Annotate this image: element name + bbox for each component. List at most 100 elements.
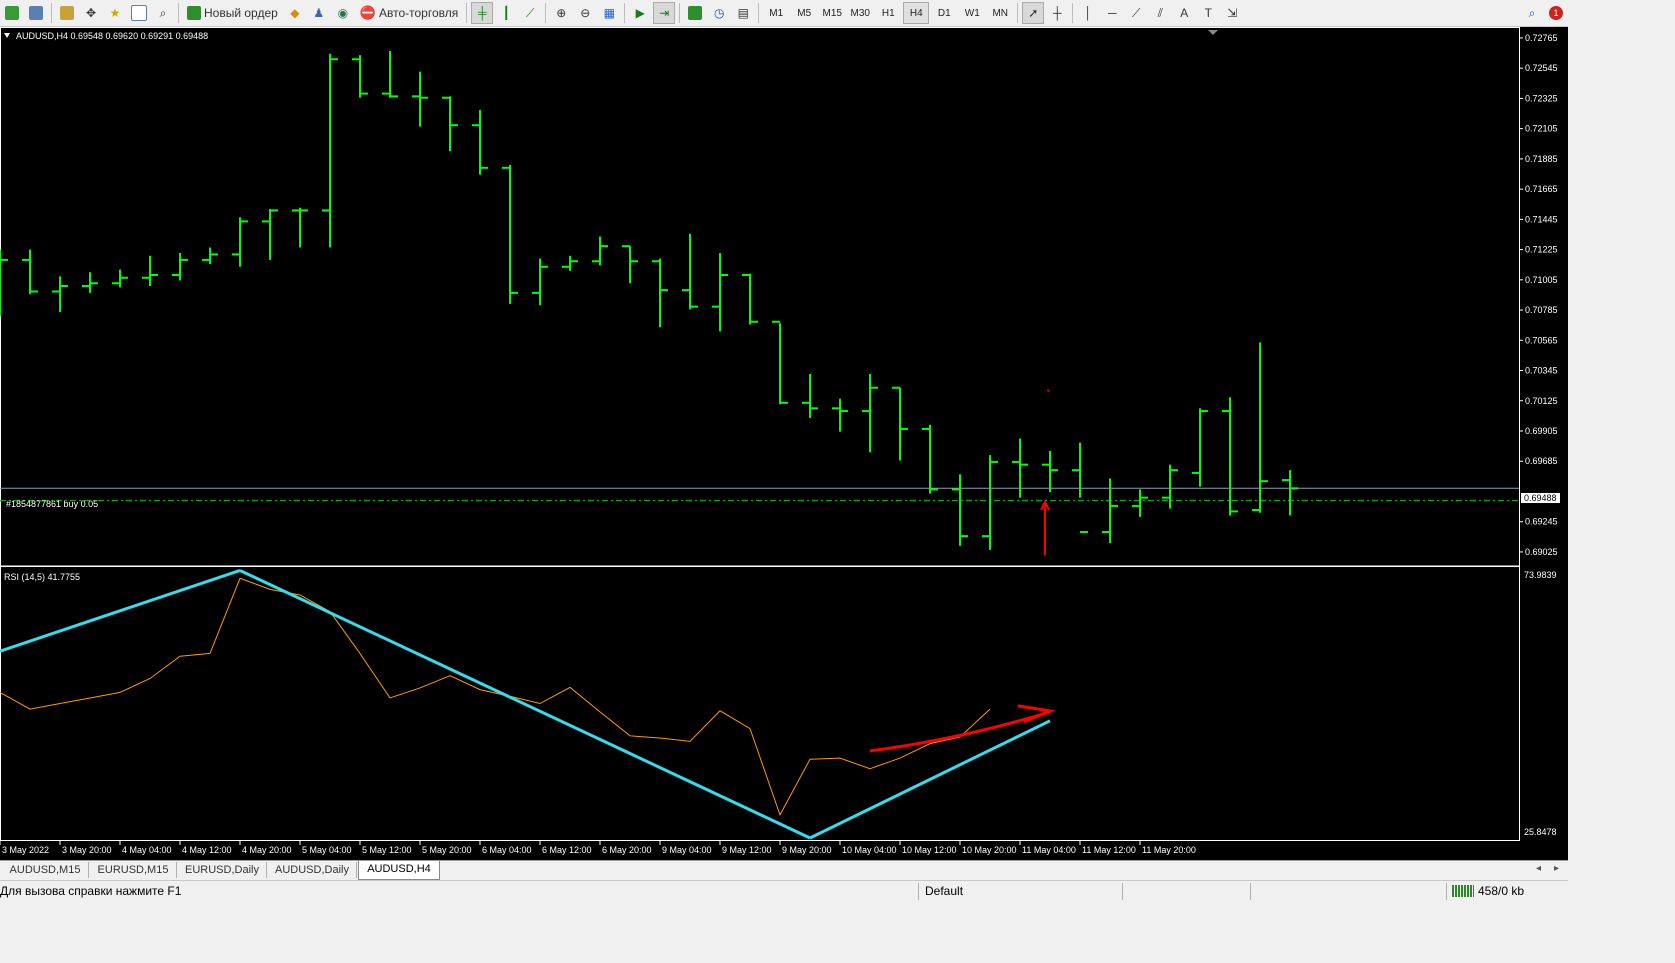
time-axis-label: 5 May 12:00: [362, 845, 412, 855]
text-label-icon: T: [1204, 6, 1212, 20]
zoom-in-button[interactable]: ⊕: [550, 2, 572, 24]
rsi-trendline: [239, 569, 811, 840]
timeframe-h4[interactable]: H4: [903, 2, 930, 24]
new-chart-button[interactable]: [1, 2, 23, 24]
equidistant-channel-button[interactable]: ⫽: [1149, 2, 1171, 24]
toolbar-separator: [1017, 3, 1019, 23]
periods-button[interactable]: ◷: [708, 2, 730, 24]
tabs-scroll-right-icon[interactable]: ▸: [1554, 863, 1559, 874]
symbol-header: AUDUSD,H4 0.69548 0.69620 0.69291 0.6948…: [16, 31, 209, 41]
terminal-icon: [131, 5, 147, 21]
indicators-button[interactable]: [684, 2, 706, 24]
zoom-in-icon: ⊕: [556, 6, 567, 20]
navigator-button[interactable]: ★: [104, 2, 126, 24]
magnifier-icon: ⌕: [159, 5, 167, 20]
bar-chart-button[interactable]: ╪: [471, 2, 494, 24]
trendline-button[interactable]: ⟋: [1125, 2, 1147, 24]
price-axis-label: 0.69245: [1525, 517, 1558, 527]
profiles-button[interactable]: [25, 2, 47, 24]
new-order-button[interactable]: Новый ордер: [183, 2, 282, 24]
price-axis-label: 0.70785: [1525, 305, 1558, 315]
new-order-icon: [187, 6, 201, 20]
toolbar-separator: [51, 3, 52, 23]
horizontal-line-icon: ─: [1107, 6, 1117, 20]
zoom-out-icon: ⊖: [580, 6, 591, 20]
time-axis-label: 4 May 04:00: [122, 845, 172, 855]
data-window-button[interactable]: ✥: [80, 2, 102, 24]
autoscroll-button[interactable]: ▶: [629, 2, 651, 24]
arrows-button[interactable]: ⇲: [1221, 2, 1243, 24]
time-axis-label: 11 May 04:00: [1022, 845, 1076, 855]
tab-eurusd-daily[interactable]: EURUSD,Daily: [178, 862, 267, 878]
terminal-button[interactable]: [128, 2, 150, 24]
candlestick-button[interactable]: ┃: [495, 2, 517, 24]
tab-audusd-m15[interactable]: AUDUSD,M15: [2, 862, 89, 878]
annotation-dot: [1047, 389, 1049, 392]
timeframe-m1[interactable]: M1: [763, 2, 789, 24]
time-axis-label: 9 May 20:00: [782, 845, 832, 855]
timeframe-d1[interactable]: D1: [931, 2, 957, 24]
timeframe-mn[interactable]: MN: [987, 2, 1013, 24]
arrows-icon: ⇲: [1227, 6, 1238, 20]
autotrading-label: Авто-торговля: [379, 6, 459, 20]
metaeditor-button[interactable]: ◆: [284, 2, 306, 24]
market-watch-icon: [60, 6, 74, 20]
time-axis-label: 4 May 12:00: [182, 845, 232, 855]
search-icon: ⌕: [1528, 5, 1536, 20]
crosshair-target-icon: ✥: [85, 6, 97, 20]
autotrading-stop-icon: ⛔: [359, 5, 376, 20]
text-label-button[interactable]: T: [1197, 2, 1219, 24]
price-axis-label: 0.71005: [1525, 275, 1558, 285]
tile-windows-button[interactable]: ▦: [598, 2, 620, 24]
order-line-label: #1854877861 buy 0.05: [6, 499, 99, 509]
timeframe-m5[interactable]: M5: [791, 2, 817, 24]
cursor-tool-button[interactable]: ➚: [1022, 2, 1045, 24]
autotrading-button[interactable]: ⛔ Авто-торговля: [356, 2, 462, 24]
timeframe-h1[interactable]: H1: [875, 2, 901, 24]
chart-shift-button[interactable]: ⇥: [653, 2, 676, 24]
timeframe-m30[interactable]: M30: [847, 2, 873, 24]
notifications-button[interactable]: 1: [1545, 2, 1567, 24]
toolbar-separator: [178, 3, 179, 23]
tab-eurusd-m15[interactable]: EURUSD,M15: [90, 862, 177, 878]
horizontal-line-button[interactable]: ─: [1101, 2, 1123, 24]
radio-signals-button[interactable]: ◉: [332, 2, 354, 24]
text-tool-button[interactable]: A: [1173, 2, 1195, 24]
crosshair-tool-button[interactable]: ┼: [1046, 2, 1068, 24]
time-axis-label: 6 May 04:00: [482, 845, 532, 855]
bar-chart-icon: ╪: [477, 6, 487, 20]
template-icon: ▤: [737, 6, 749, 20]
timeframe-w1[interactable]: W1: [959, 2, 985, 24]
strategy-tester-button[interactable]: ⌕: [152, 2, 174, 24]
rsi-label: RSI (14,5) 41.7755: [4, 572, 81, 582]
tabs-scroll-left-icon[interactable]: ◂: [1536, 863, 1541, 874]
search-button[interactable]: ⌕: [1521, 2, 1543, 24]
chart-tabs-bar: AUDUSD,M15 EURUSD,M15 EURUSD,Daily AUDUS…: [0, 860, 1568, 880]
price-axis-label: 0.69685: [1525, 456, 1558, 466]
market-watch-button[interactable]: [56, 2, 78, 24]
price-axis-label: 0.72105: [1525, 124, 1558, 134]
tab-audusd-daily[interactable]: AUDUSD,Daily: [268, 862, 357, 878]
status-profile[interactable]: Default: [925, 884, 963, 898]
rsi-trendline: [809, 719, 1051, 840]
line-chart-button[interactable]: ⟋: [519, 2, 541, 24]
time-axis-label: 10 May 04:00: [842, 845, 897, 855]
time-axis-label: 5 May 04:00: [302, 845, 352, 855]
timeframe-m15[interactable]: M15: [819, 2, 845, 24]
indicators-icon: [688, 6, 703, 20]
price-axis-label: 0.70565: [1525, 335, 1558, 345]
zoom-out-button[interactable]: ⊖: [574, 2, 596, 24]
templates-button[interactable]: ▤: [732, 2, 754, 24]
rsi-trendline: [0, 569, 241, 653]
tab-audusd-h4[interactable]: AUDUSD,H4: [358, 861, 440, 880]
chart-canvas[interactable]: 0.72765 0.72545 0.72325 0.72105 0.71885 0.716…: [0, 27, 1568, 860]
chart-shift-icon: ⇥: [659, 6, 670, 20]
star-folder-icon: ★: [109, 6, 121, 20]
chart-window[interactable]: 0.72765 0.72545 0.72325 0.72105 0.71885 0.716…: [0, 27, 1568, 860]
price-axis-label: 0.72545: [1525, 63, 1558, 73]
vertical-line-button[interactable]: │: [1077, 2, 1099, 24]
time-axis-label: 3 May 20:00: [62, 845, 112, 855]
new-order-label: Новый ордер: [204, 6, 278, 20]
toolbar-separator: [758, 3, 760, 23]
signals-button[interactable]: ♟: [308, 2, 330, 24]
